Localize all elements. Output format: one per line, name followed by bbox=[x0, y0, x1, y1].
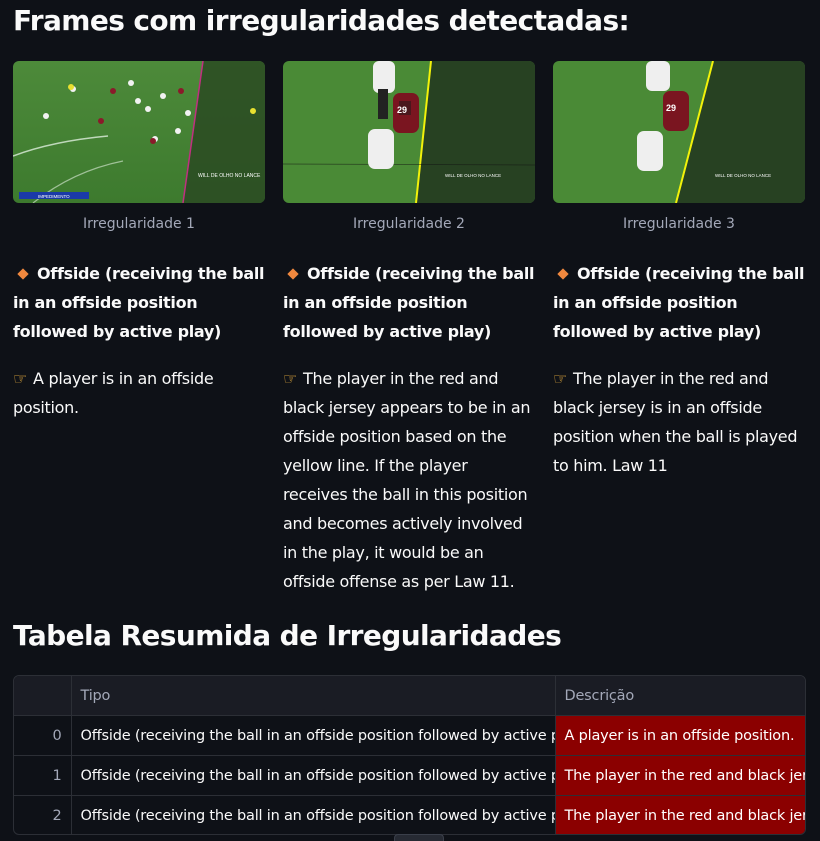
summary-table-title: Tabela Resumida de Irregularidades bbox=[13, 619, 562, 652]
irregularity-title: Offside (receiving the ball in an offsid… bbox=[553, 264, 805, 341]
pointing-hand-icon: ☞ bbox=[13, 369, 28, 388]
jersey-number: 29 bbox=[666, 103, 676, 113]
frame-caption: Irregularidade 3 bbox=[623, 216, 735, 232]
diamond-icon bbox=[17, 267, 29, 280]
frame-image-2[interactable]: 29 WILL DE OLHO NO LANCE bbox=[283, 61, 535, 203]
irregularity-description: ☞ A player is in an offside position. bbox=[13, 364, 265, 422]
table-row: 0 Offside (receiving the ball in an offs… bbox=[14, 715, 805, 756]
irregularity-description: ☞ The player in the red and black jersey … bbox=[553, 364, 805, 480]
summary-dataframe[interactable]: Tipo Descrição 0 Offside (receiving the … bbox=[13, 675, 806, 835]
column-header-index[interactable] bbox=[14, 676, 72, 716]
table-row: 2 Offside (receiving the ball in an offs… bbox=[14, 795, 805, 834]
table-header-row: Tipo Descrição bbox=[14, 676, 805, 716]
irregularity-card-3: 29 WILL DE OLHO NO LANCE Irregularidade … bbox=[553, 61, 805, 480]
cell-descricao[interactable]: A player is in an offside position. bbox=[555, 715, 805, 756]
banner-text: IMPEDIMENTO bbox=[38, 194, 70, 199]
row-index[interactable]: 2 bbox=[14, 795, 72, 834]
irregularity-description: ☞ The player in the red and black jersey … bbox=[283, 364, 535, 596]
page-title: Frames com irregularidades detectadas: bbox=[13, 4, 630, 37]
irregularity-title: Offside (receiving the ball in an offsid… bbox=[283, 264, 535, 341]
table-row: 1 Offside (receiving the ball in an offs… bbox=[14, 755, 805, 796]
frame-caption: Irregularidade 1 bbox=[83, 216, 195, 232]
irregularity-card-2: 29 WILL DE OLHO NO LANCE Irregularidade … bbox=[283, 61, 535, 596]
cell-descricao[interactable]: The player in the red and black jersey a… bbox=[555, 755, 805, 796]
frame-caption: Irregularidade 2 bbox=[353, 216, 465, 232]
irregularity-title: Offside (receiving the ball in an offsid… bbox=[13, 264, 265, 341]
diamond-icon bbox=[557, 267, 569, 280]
pointing-hand-icon: ☞ bbox=[283, 369, 298, 388]
frame-image-1[interactable]: WILL DE OLHO NO LANCE IMPEDIMENTO bbox=[13, 61, 265, 203]
cell-tipo[interactable]: Offside (receiving the ball in an offsid… bbox=[71, 795, 556, 834]
jersey-number: 29 bbox=[397, 105, 407, 115]
watermark-text: WILL DE OLHO NO LANCE bbox=[445, 173, 501, 178]
summary-table: Tipo Descrição 0 Offside (receiving the … bbox=[14, 676, 805, 834]
frame-image-3[interactable]: 29 WILL DE OLHO NO LANCE bbox=[553, 61, 805, 203]
cell-tipo[interactable]: Offside (receiving the ball in an offsid… bbox=[71, 715, 556, 756]
column-header-tipo[interactable]: Tipo bbox=[71, 676, 556, 716]
irregularity-card-1: WILL DE OLHO NO LANCE IMPEDIMENTO Irregu… bbox=[13, 61, 265, 422]
diamond-icon bbox=[287, 267, 299, 280]
cell-tipo[interactable]: Offside (receiving the ball in an offsid… bbox=[71, 755, 556, 796]
row-index[interactable]: 0 bbox=[14, 715, 72, 756]
watermark-text: WILL DE OLHO NO LANCE bbox=[198, 173, 261, 179]
pointing-hand-icon: ☞ bbox=[553, 369, 568, 388]
cell-descricao[interactable]: The player in the red and black jersey i… bbox=[555, 795, 805, 834]
row-index[interactable]: 1 bbox=[14, 755, 72, 796]
column-header-descricao[interactable]: Descrição bbox=[555, 676, 805, 716]
watermark-text: WILL DE OLHO NO LANCE bbox=[715, 173, 771, 178]
